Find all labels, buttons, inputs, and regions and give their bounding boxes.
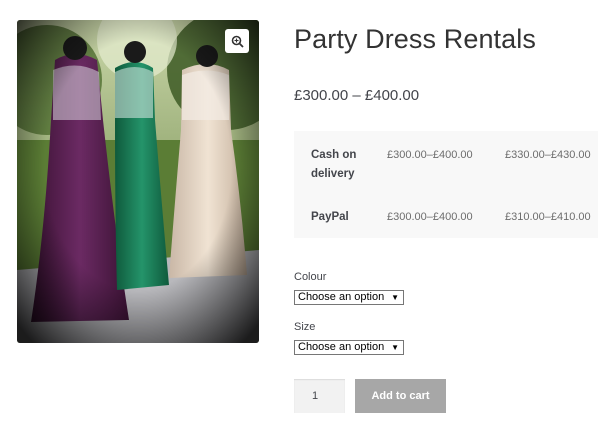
zoom-button[interactable] [225, 29, 249, 53]
payment-method-label: delivery [311, 168, 355, 180]
payment-method-paypal: PayPal [311, 208, 349, 227]
payment-price-table: Cash on delivery £300.00–£400.00 £330.00… [294, 131, 598, 238]
price-cell: £310.00–£410.00 [505, 211, 591, 223]
dresses-photo [17, 20, 259, 343]
dropdown-arrow-icon: ▼ [391, 343, 399, 352]
colour-select[interactable]: Choose an option ▼ [294, 290, 404, 305]
quantity-input[interactable]: 1 [294, 379, 345, 413]
payment-method-label: Cash on [311, 149, 357, 161]
size-select[interactable]: Choose an option ▼ [294, 340, 404, 355]
size-select-value: Choose an option [298, 341, 385, 353]
product-price: £300.00 – £400.00 [294, 87, 420, 104]
price-cell: £330.00–£430.00 [505, 149, 591, 161]
price-cell: £300.00–£400.00 [387, 211, 473, 223]
product-title: Party Dress Rentals [294, 24, 536, 54]
payment-method-cash: Cash on delivery [311, 146, 356, 184]
zoom-icon [231, 35, 244, 48]
price-cell: £300.00–£400.00 [387, 149, 473, 161]
payment-method-label: PayPal [311, 211, 349, 223]
colour-select-value: Choose an option [298, 291, 385, 303]
colour-label: Colour [294, 271, 327, 283]
product-image[interactable] [17, 20, 259, 343]
dropdown-arrow-icon: ▼ [391, 293, 399, 302]
add-to-cart-button[interactable]: Add to cart [355, 379, 446, 413]
size-label: Size [294, 321, 316, 333]
